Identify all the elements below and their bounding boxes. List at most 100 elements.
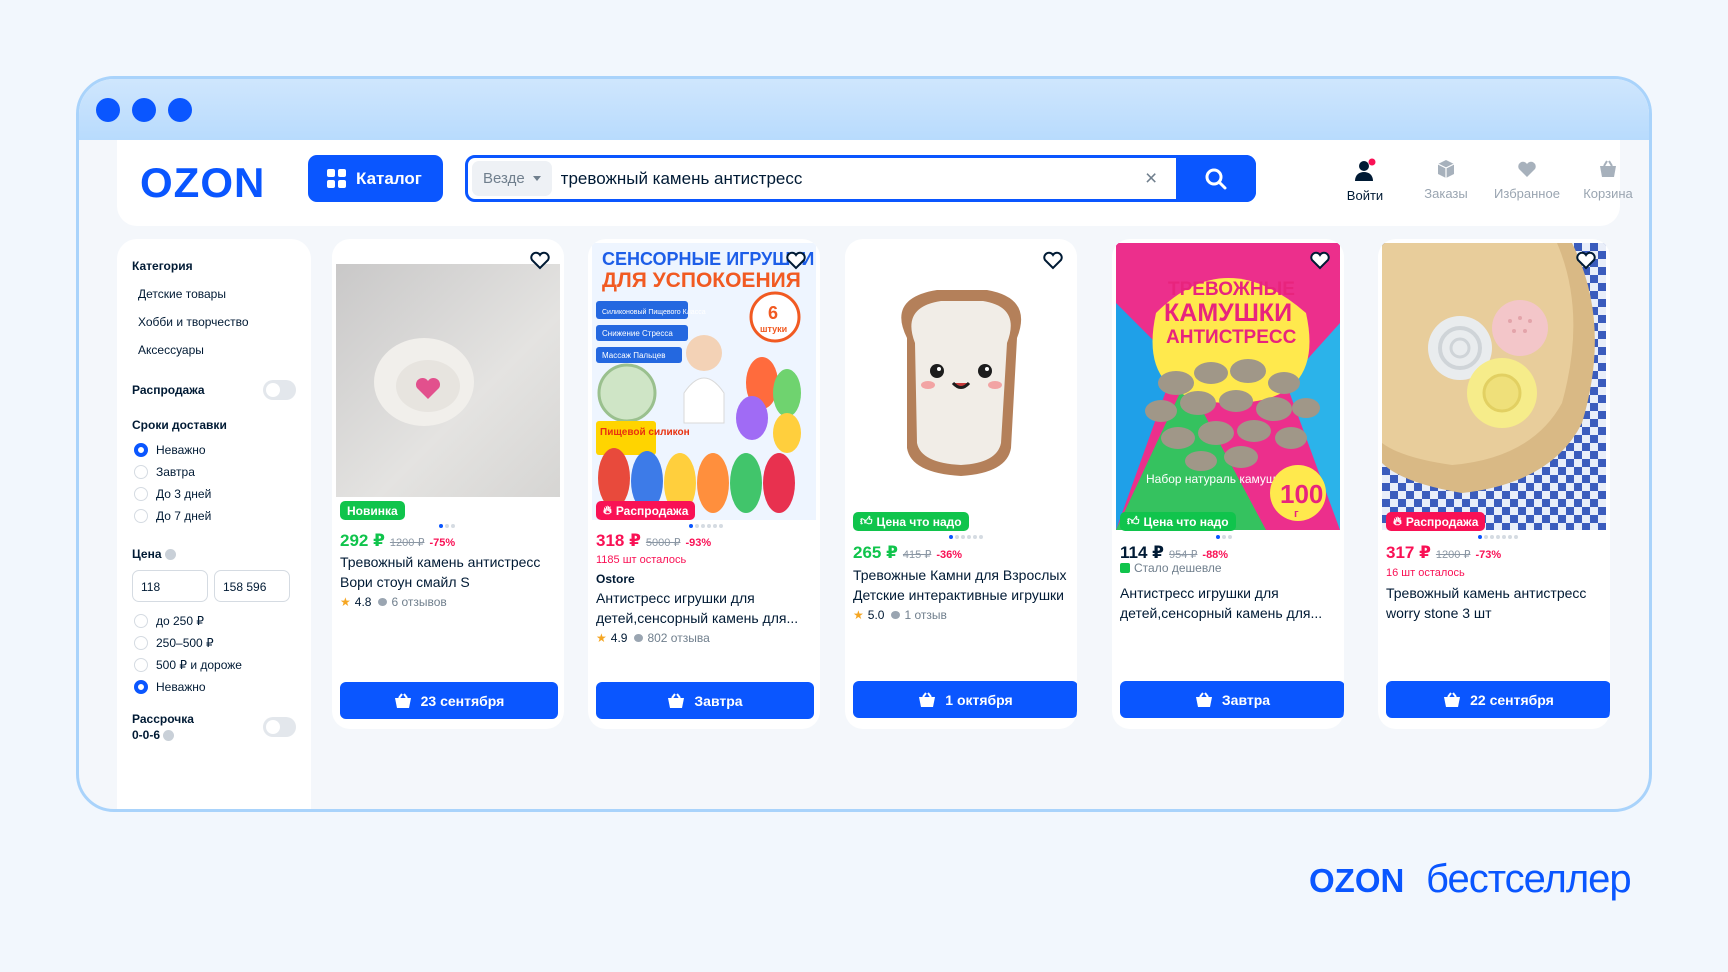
price-from-input[interactable]: 118 — [132, 570, 208, 602]
window-dot-icon[interactable] — [132, 97, 156, 122]
product-image[interactable] — [849, 243, 1073, 530]
fire-icon: 🔥︎ — [1393, 514, 1402, 528]
add-to-cart-button[interactable]: 22 сентября — [1386, 681, 1610, 718]
image-pager-dots[interactable] — [689, 524, 723, 528]
delivery-option[interactable]: Завтра — [134, 465, 296, 479]
add-to-cart-button[interactable]: Завтра — [596, 682, 814, 719]
catalog-button[interactable]: Каталог — [308, 155, 443, 202]
delivery-option[interactable]: До 3 дней — [134, 487, 296, 501]
image-count: 6 — [768, 303, 778, 323]
seller-name[interactable]: Ostore — [596, 572, 635, 586]
radio-icon — [134, 487, 148, 501]
category-link[interactable]: Хобби и творчество — [138, 315, 296, 329]
price-old: 954 ₽ — [1168, 549, 1198, 561]
image-pill: Массаж Пальцев — [602, 351, 665, 360]
image-count-label: штуки — [760, 324, 787, 334]
price-range: 118 158 596 — [132, 570, 296, 602]
add-to-cart-button[interactable]: Завтра — [1120, 681, 1344, 718]
image-pager-dots[interactable] — [1478, 535, 1518, 539]
price-option[interactable]: 250–500 ₽ — [134, 636, 296, 650]
category-link[interactable]: Аксессуары — [138, 343, 296, 357]
image-pill: Снижение Стресса — [602, 329, 673, 338]
price-line: 317 ₽ 1200 ₽ -73% — [1386, 543, 1501, 563]
product-image[interactable] — [1382, 243, 1606, 530]
price-option[interactable]: до 250 ₽ — [134, 614, 296, 628]
image-pager-dots[interactable] — [949, 535, 983, 539]
image-subheadline: ДЛЯ УСПОКОЕНИЯ — [602, 269, 801, 292]
window-dot-icon[interactable] — [168, 97, 192, 122]
image-tagline: АНТИСТРЕСС — [1166, 327, 1297, 348]
radio-icon — [134, 614, 148, 628]
price-line: 114 ₽ 954 ₽ -88% — [1120, 543, 1228, 563]
product-title[interactable]: Тревожные Камни для Взрослых Детские инт… — [853, 565, 1071, 605]
product-card[interactable]: 👍︎ Цена что надо 265 ₽ 415 ₽ -36% Тревожн… — [845, 239, 1077, 729]
price-old: 415 ₽ — [902, 549, 932, 561]
delivery-option[interactable]: Неважно — [134, 443, 296, 457]
filter-sale-label: Распродажа — [132, 383, 205, 397]
badge-label: Новинка — [347, 503, 398, 518]
favorite-heart-icon[interactable] — [529, 250, 551, 270]
box-icon — [1437, 160, 1455, 178]
nav-cart[interactable]: Корзина — [1568, 158, 1648, 201]
image-pill: Силиконовый Пищевого Класса — [602, 308, 706, 316]
info-icon[interactable] — [163, 730, 175, 742]
product-card[interactable]: ТРЕВОЖНЫЕ КАМУШКИ АНТИСТРЕСС Набор натур… — [1112, 239, 1344, 729]
cart-icon — [394, 692, 411, 708]
product-card[interactable]: 🔥︎ Распродажа 317 ₽ 1200 ₽ -73% 16 шт ост… — [1378, 239, 1610, 729]
product-image[interactable]: ТРЕВОЖНЫЕ КАМУШКИ АНТИСТРЕСС Набор натур… — [1116, 243, 1340, 530]
product-title[interactable]: Антистресс игрушки для детей,сенсорный к… — [1120, 583, 1338, 623]
add-to-cart-button[interactable]: 23 сентября — [340, 682, 558, 719]
search-input[interactable] — [560, 168, 1121, 189]
fire-icon: 🔥︎ — [603, 503, 612, 517]
good-price-badge: 👍︎ Цена что надо — [1120, 512, 1236, 531]
rating-value: 4.9 — [610, 631, 628, 645]
price-drop-note: Стало дешевле — [1120, 561, 1222, 575]
filter-installment-row: Рассрочка 0-0-6 — [132, 712, 296, 742]
price-option[interactable]: 500 ₽ и дороже — [134, 658, 296, 672]
nav-login[interactable]: Войти — [1325, 158, 1405, 203]
image-weight-unit: г — [1294, 508, 1299, 520]
filter-sale-row: Распродажа — [132, 380, 296, 400]
favorite-heart-icon[interactable] — [1309, 250, 1331, 270]
favorite-heart-icon[interactable] — [1575, 250, 1597, 270]
radio-icon — [134, 658, 148, 672]
window-dot-icon[interactable] — [96, 97, 120, 122]
price-old: 1200 ₽ — [389, 537, 425, 549]
discount-badge: -93% — [685, 537, 712, 549]
ozon-logo[interactable]: OZON — [140, 160, 284, 204]
add-to-cart-button[interactable]: 1 октября — [853, 681, 1077, 718]
image-food-label: Пищевой силикон — [600, 427, 690, 438]
search-scope-select[interactable]: Везде — [472, 161, 552, 196]
grid-icon — [327, 169, 346, 188]
info-icon[interactable] — [164, 549, 176, 561]
product-card[interactable]: СЕНСОРНЫЕ ИГРУШКИ ДЛЯ УСПОКОЕНИЯ Силикон… — [588, 239, 820, 729]
user-icon — [1355, 158, 1376, 181]
favorite-heart-icon[interactable] — [785, 250, 807, 270]
product-title[interactable]: Антистресс игрушки для детей,сенсорный к… — [596, 588, 814, 628]
nav-login-label: Войти — [1346, 188, 1384, 203]
sale-toggle[interactable] — [263, 380, 296, 400]
delivery-option-label: До 7 дней — [156, 509, 212, 523]
nav-favorites[interactable]: Избранное — [1487, 158, 1567, 201]
cart-icon — [919, 691, 936, 707]
delivery-option[interactable]: До 7 дней — [134, 509, 296, 523]
image-pager-dots[interactable] — [439, 524, 455, 528]
image-pager-dots[interactable] — [1216, 535, 1232, 539]
price-to-input[interactable]: 158 596 — [214, 570, 290, 602]
category-link[interactable]: Детские товары — [138, 287, 296, 301]
nav-orders[interactable]: Заказы — [1406, 158, 1486, 201]
discount-badge: -36% — [936, 549, 963, 561]
price-option-label: Неважно — [156, 680, 206, 694]
search-icon — [1205, 168, 1227, 189]
installment-toggle[interactable] — [263, 717, 296, 737]
price-option[interactable]: Неважно — [134, 680, 296, 694]
favorite-heart-icon[interactable] — [1042, 250, 1064, 270]
product-title[interactable]: Тревожный камень антистресс Вори стоун с… — [340, 552, 558, 592]
stock-left: 1185 шт осталось — [596, 554, 687, 566]
product-title[interactable]: Тревожный камень антистресс worry stone … — [1386, 583, 1604, 623]
product-image[interactable] — [336, 264, 560, 497]
product-image[interactable]: СЕНСОРНЫЕ ИГРУШКИ ДЛЯ УСПОКОЕНИЯ Силикон… — [592, 243, 816, 520]
close-icon[interactable]: × — [1145, 168, 1159, 189]
search-button[interactable] — [1176, 155, 1256, 202]
product-card[interactable]: Новинка 292 ₽ 1200 ₽ -75% Тревожный каме… — [332, 239, 564, 729]
